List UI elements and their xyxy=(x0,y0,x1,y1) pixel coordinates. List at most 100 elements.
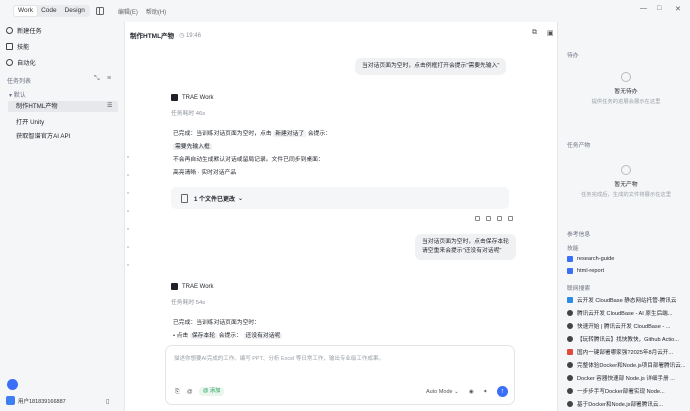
result-label: 一步步手写Docker部署实现 Node... xyxy=(577,389,665,395)
todo-label: 待办 xyxy=(567,53,579,59)
top-bar: Work Code Design 编辑(E) 帮助(H) xyxy=(0,0,690,22)
task-list-label: 任务列表 xyxy=(7,79,32,85)
output-empty-icon xyxy=(621,165,631,175)
search-result[interactable]: 国内一键部署哪家强?2025年8月云开... xyxy=(567,348,687,356)
menu-edit[interactable]: 编辑(E) xyxy=(118,7,138,16)
sidebar-item-label: 自动化 xyxy=(17,60,36,67)
search-result[interactable]: Docker 容器快速部 Node.js 详细手册 ... xyxy=(567,374,687,382)
cloud-icon xyxy=(567,297,573,303)
timeline-dot xyxy=(127,264,129,266)
task-item[interactable]: 打开 Unity xyxy=(16,117,44,126)
timeline-dot xyxy=(127,210,129,212)
search-result[interactable]: 一步步手写Docker部署实现 Node... xyxy=(567,387,687,395)
timeline-dot xyxy=(127,174,129,176)
mode-select[interactable]: Auto Mode ⌄ xyxy=(426,389,459,395)
task-menu-icon[interactable]: ☰ xyxy=(107,102,112,109)
globe-icon xyxy=(567,310,573,316)
empty-title: 暂无产物 xyxy=(614,182,638,188)
result-label: 云开发 CloudBase 静态网站托管-腾讯云 xyxy=(577,298,677,304)
site-icon xyxy=(567,349,573,355)
user-profile[interactable]: 用户181839166887 xyxy=(6,396,66,405)
chat-main: 制作HTML产物 ◷ 19:46 ⧉ ▣ 当对话页面为空时，点击例框打开会提示"… xyxy=(124,22,558,411)
duration-label[interactable]: 任务耗时 46s xyxy=(171,108,205,117)
output-empty: 暂无产物 任务完成后，生成的文件将展示在这里 xyxy=(567,165,685,198)
trae-logo-icon xyxy=(171,94,178,101)
voice-icon[interactable]: ◉ xyxy=(469,389,474,395)
close-button[interactable]: ✕ xyxy=(675,5,681,13)
skill-label: research-guide xyxy=(577,256,615,262)
reply-line: • 点击 保存本轮 会提示： 还没有对话呢 xyxy=(173,330,283,339)
mode-work-tab[interactable]: Work xyxy=(14,6,38,16)
title-text: 制作HTML产物 xyxy=(130,33,175,40)
reply-line: 已完成：当训练对话页面为空时： xyxy=(173,320,260,326)
device-icon[interactable]: ▯ xyxy=(106,398,109,405)
file-icon xyxy=(181,193,188,203)
minimize-button[interactable]: — xyxy=(640,5,647,12)
copy-icon[interactable] xyxy=(497,216,502,221)
sidebar-automation[interactable]: 自动化 xyxy=(6,58,36,67)
panel-toggle-icon[interactable]: ▣ xyxy=(547,29,554,37)
filter-icon[interactable]: ≡ xyxy=(107,75,111,82)
maximize-button[interactable]: □ xyxy=(657,5,661,12)
search-label: 联网搜索 xyxy=(567,286,591,292)
result-label: 基于Docker和Node.js部署腾讯云... xyxy=(577,402,664,408)
search-result[interactable]: 基于Docker和Node.js部署腾讯云... xyxy=(567,400,687,408)
search-result[interactable]: 云开发 CloudBase 静态网站托管-腾讯云 xyxy=(567,296,687,304)
at-icon[interactable]: @ xyxy=(187,389,193,395)
text: 请空重来会提示"还没有对话呢" xyxy=(422,248,502,254)
add-context-pill[interactable]: @ 添加 xyxy=(199,387,225,396)
chat-input[interactable]: 描述你想要AI完成的工作。编写 PPT、分析 Excel 等日常工作，输出专业级… xyxy=(165,345,515,405)
assistant-float-icon[interactable] xyxy=(7,379,18,390)
duration-label[interactable]: 任务耗时 54s xyxy=(171,297,205,306)
sparkle-icon[interactable]: ✦ xyxy=(483,389,488,395)
attach-icon[interactable]: ⎘ xyxy=(175,389,179,396)
thumbs-down-icon[interactable] xyxy=(486,216,491,221)
todo-empty-icon xyxy=(621,72,631,82)
changed-files-card[interactable]: 1 个文件已更改 ⌄ xyxy=(171,187,509,209)
task-item-active[interactable]: 制作HTML产物 xyxy=(8,101,118,112)
thumbs-up-icon[interactable] xyxy=(475,216,480,221)
collapse-icon[interactable]: ⤡ xyxy=(94,75,100,83)
mode-design-tab[interactable]: Design xyxy=(61,6,89,16)
empty-hint: 任务完成后，生成的文件将展示在这里 xyxy=(580,192,672,198)
search-result[interactable]: 快速开始 | 腾讯云开发 CloudBase - ... xyxy=(567,322,687,330)
retry-icon[interactable] xyxy=(508,216,513,221)
search-result[interactable]: 腾讯云开发 CloudBase - AI 原生后端... xyxy=(567,309,687,317)
group-label-text: 默认 xyxy=(13,93,26,99)
skill-item[interactable]: research-guide xyxy=(567,256,687,262)
user-message: 当对话页面为空时，点击保存本轮 请空重来会提示"还没有对话呢" xyxy=(415,234,516,260)
send-button[interactable]: ↑ xyxy=(497,386,508,397)
inline-tag: 需要先输入框 xyxy=(173,144,212,150)
inline-tag: 保存本轮 xyxy=(189,333,218,339)
result-label: 【玩转腾讯云】找快教快，Github Actio... xyxy=(577,337,679,343)
avatar xyxy=(6,396,15,405)
toggle-sidebar-icon[interactable] xyxy=(95,7,104,15)
reply-line: 不会再自动生成默认对话或留局记录。文件已同步到桌面： xyxy=(173,157,324,163)
text: • 点击 xyxy=(173,333,189,339)
menu-help[interactable]: 帮助(H) xyxy=(146,7,166,16)
sidebar: 新建任务 技能 自动化 任务列表 ⤡ ≡ ▾ 默认 制作HTML产物 ☰ 打开 … xyxy=(0,22,124,411)
skills-icon xyxy=(6,43,13,50)
user-message: 当对话页面为空时，点击例框打开会提示"需要先输入" xyxy=(355,58,507,75)
group-default-label[interactable]: ▾ 默认 xyxy=(9,90,26,99)
sidebar-item-label: 技能 xyxy=(17,44,30,51)
text: 当对话页面为空时，点击保存本轮 xyxy=(422,239,509,245)
search-result[interactable]: 完整体验Docker和Node.js项目部署腾讯云... xyxy=(567,361,687,369)
search-result[interactable]: 【玩转腾讯云】找快教快，Github Actio... xyxy=(567,335,687,343)
reply-line: 需要先输入框 xyxy=(173,141,212,150)
share-icon[interactable]: ⧉ xyxy=(532,29,537,37)
sidebar-item-label: 新建任务 xyxy=(17,28,42,35)
skill-item[interactable]: html-report xyxy=(567,268,687,274)
file-summary: 1 个文件已更改 xyxy=(194,196,236,203)
task-label: 制作HTML产物 xyxy=(16,103,58,110)
message-actions xyxy=(475,216,513,221)
reference-label: 参考信息 xyxy=(567,232,591,238)
globe-icon xyxy=(567,401,573,407)
sidebar-new-task[interactable]: 新建任务 xyxy=(6,26,42,35)
sidebar-skills[interactable]: 技能 xyxy=(6,42,29,51)
page-title: 制作HTML产物 ◷ 19:46 xyxy=(130,30,201,41)
mode-code-tab[interactable]: Code xyxy=(37,6,61,16)
mode-switcher: Work Code Design xyxy=(13,5,90,17)
task-item[interactable]: 获取智谱官方AI API xyxy=(16,131,70,140)
result-label: 腾讯云开发 CloudBase - AI 原生后端... xyxy=(577,311,673,317)
